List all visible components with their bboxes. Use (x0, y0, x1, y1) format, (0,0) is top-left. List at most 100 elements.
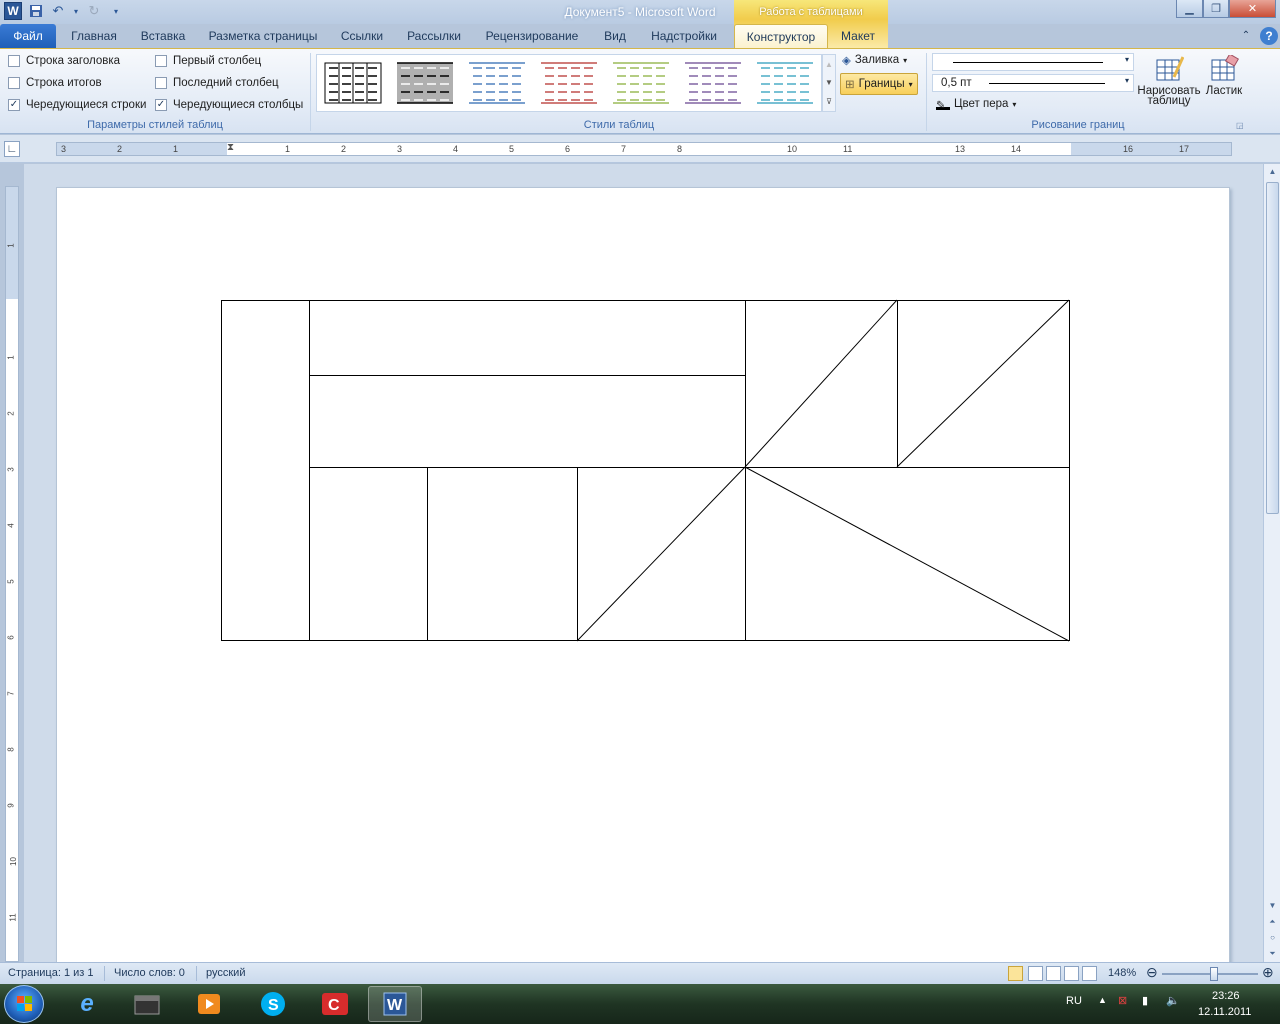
browse-object-icon[interactable]: ○ (1264, 930, 1280, 946)
ruler-number: 14 (1011, 144, 1022, 154)
scroll-down-icon[interactable]: ▼ (1264, 898, 1280, 914)
pen-icon: ✎ (936, 98, 950, 112)
skype-icon[interactable]: S (246, 986, 300, 1022)
document-page[interactable] (56, 187, 1230, 977)
first-column-checkbox[interactable]: Первый столбец (155, 55, 261, 67)
tab-insert[interactable]: Вставка (132, 24, 194, 48)
table-style-thumb-2[interactable] (397, 62, 453, 104)
tab-view[interactable]: Вид (596, 24, 634, 48)
maximize-button[interactable]: ❐ (1203, 0, 1229, 18)
line-weight-preview (989, 83, 1105, 84)
tab-page-layout[interactable]: Разметка страницы (202, 24, 324, 48)
eraser-button[interactable]: Ластик (1202, 55, 1246, 117)
show-hidden-icons-icon[interactable]: ▲ (1098, 995, 1107, 1005)
borders-button[interactable]: ⊞ Границы ▾ (840, 73, 918, 95)
ruler-number: 2 (6, 411, 16, 416)
diagonal-border (576, 466, 746, 642)
word-taskbar-icon[interactable]: W (368, 986, 422, 1022)
network-status-icon[interactable]: ⊠ (1118, 994, 1127, 1007)
zoom-in-icon[interactable]: ⊕ (1262, 964, 1274, 981)
vertical-ruler[interactable]: 1 1 2 3 4 5 6 7 8 9 10 11 (5, 186, 19, 962)
scroll-up-icon[interactable]: ▲ (1264, 164, 1280, 180)
drawn-table[interactable] (57, 188, 1231, 978)
horizontal-ruler[interactable]: 3 2 1 1 2 3 4 5 6 7 8 10 11 13 14 16 17 ⧗ (56, 142, 1232, 156)
language[interactable]: русский (206, 967, 245, 979)
app-c-icon[interactable]: C (308, 986, 362, 1022)
status-bar: Страница: 1 из 1 Число слов: 0 русский 1… (0, 962, 1280, 984)
clock-time[interactable]: 23:26 (1212, 990, 1240, 1002)
borders-icon: ⊞ (845, 79, 855, 91)
input-language[interactable]: RU (1066, 995, 1082, 1007)
table-style-thumb-5[interactable] (613, 62, 669, 104)
prev-page-icon[interactable]: ⏶ (1264, 914, 1280, 930)
dialog-launcher-icon[interactable]: ◲ (1236, 121, 1244, 130)
table-outer-border (221, 300, 1070, 641)
gallery-down-icon[interactable]: ▼ (825, 78, 833, 87)
clock-date[interactable]: 12.11.2011 (1198, 1006, 1251, 1018)
signal-icon[interactable]: ▮ (1142, 994, 1148, 1007)
vertical-scrollbar[interactable]: ▲ ▼ ⏶ ○ ⏷ (1263, 164, 1280, 962)
tab-layout[interactable]: Макет (832, 24, 884, 48)
gallery-more-icon[interactable]: ⊽ (826, 97, 832, 106)
tab-design[interactable]: Конструктор (734, 24, 828, 48)
scrollbar-thumb[interactable] (1266, 182, 1279, 514)
header-row-checkbox[interactable]: Строка заголовка (8, 55, 120, 67)
dropdown-arrow-icon: ▾ (1124, 76, 1129, 85)
tab-file[interactable]: Файл (0, 24, 56, 48)
word-count[interactable]: Число слов: 0 (114, 967, 185, 979)
table-style-thumb-4[interactable] (541, 62, 597, 104)
tab-review[interactable]: Рецензирование (476, 24, 588, 48)
line-weight-dropdown[interactable]: 0,5 пт ▾ (932, 74, 1134, 92)
table-style-thumb-1[interactable] (324, 62, 382, 104)
volume-icon[interactable]: 🔈 (1166, 994, 1180, 1007)
draft-icon[interactable] (1082, 966, 1097, 981)
indent-marker-icon[interactable]: ⧗ (227, 143, 237, 157)
next-page-icon[interactable]: ⏷ (1264, 946, 1280, 962)
line-style-dropdown[interactable]: ▾ (932, 53, 1134, 71)
internet-explorer-icon[interactable]: e (60, 986, 114, 1022)
help-icon[interactable]: ? (1260, 27, 1278, 45)
full-screen-reading-icon[interactable] (1028, 966, 1043, 981)
banded-columns-checkbox[interactable]: ✓ Чередующиеся столбцы (155, 99, 303, 111)
shading-button[interactable]: ◈ Заливка ▾ (842, 53, 907, 67)
ruler-number: 7 (621, 144, 627, 154)
group-separator (310, 53, 311, 131)
start-button[interactable] (4, 985, 44, 1023)
pen-color-button[interactable]: ✎ Цвет пера ▾ (936, 98, 1016, 112)
minimize-button[interactable]: ▁ (1176, 0, 1203, 18)
ruler-number: 11 (843, 144, 853, 154)
media-player-icon[interactable] (182, 986, 236, 1022)
print-layout-icon[interactable] (1008, 966, 1023, 981)
last-column-label: Последний столбец (173, 77, 279, 89)
banded-rows-checkbox[interactable]: ✓ Чередующиеся строки (8, 99, 146, 111)
dropdown-arrow-icon: ▾ (1124, 55, 1129, 64)
draw-table-button[interactable]: Нарисовать таблицу (1136, 55, 1202, 117)
ruler-number: 13 (955, 144, 966, 154)
tab-selector-icon[interactable]: ∟ (4, 141, 20, 157)
tab-references[interactable]: Ссылки (332, 24, 392, 48)
zoom-level[interactable]: 148% (1108, 967, 1136, 979)
zoom-slider-thumb[interactable] (1210, 967, 1218, 981)
media-center-icon[interactable] (120, 986, 174, 1022)
ruler-number: 1 (6, 243, 16, 248)
outline-icon[interactable] (1064, 966, 1079, 981)
borders-label: Границы (858, 78, 905, 90)
table-style-thumb-7[interactable] (757, 62, 813, 104)
last-column-checkbox[interactable]: Последний столбец (155, 77, 279, 89)
web-layout-icon[interactable] (1046, 966, 1061, 981)
line-style-preview (953, 62, 1103, 63)
close-button[interactable]: ✕ (1229, 0, 1276, 18)
tab-mailings[interactable]: Рассылки (400, 24, 468, 48)
table-style-thumb-6[interactable] (685, 62, 741, 104)
ruler-number: 8 (677, 144, 683, 154)
table-style-thumb-3[interactable] (469, 62, 525, 104)
page-count[interactable]: Страница: 1 из 1 (8, 967, 94, 979)
total-row-checkbox[interactable]: Строка итогов (8, 77, 102, 89)
header-row-label: Строка заголовка (26, 55, 121, 67)
ribbon-minimize-icon[interactable]: ⌃ (1238, 24, 1254, 48)
zoom-out-icon[interactable]: ⊖ (1146, 964, 1158, 981)
shading-label: Заливка (854, 54, 900, 66)
gallery-up-icon[interactable]: ▲ (825, 60, 833, 69)
tab-home[interactable]: Главная (62, 24, 126, 48)
tab-addins[interactable]: Надстройки (642, 24, 726, 48)
